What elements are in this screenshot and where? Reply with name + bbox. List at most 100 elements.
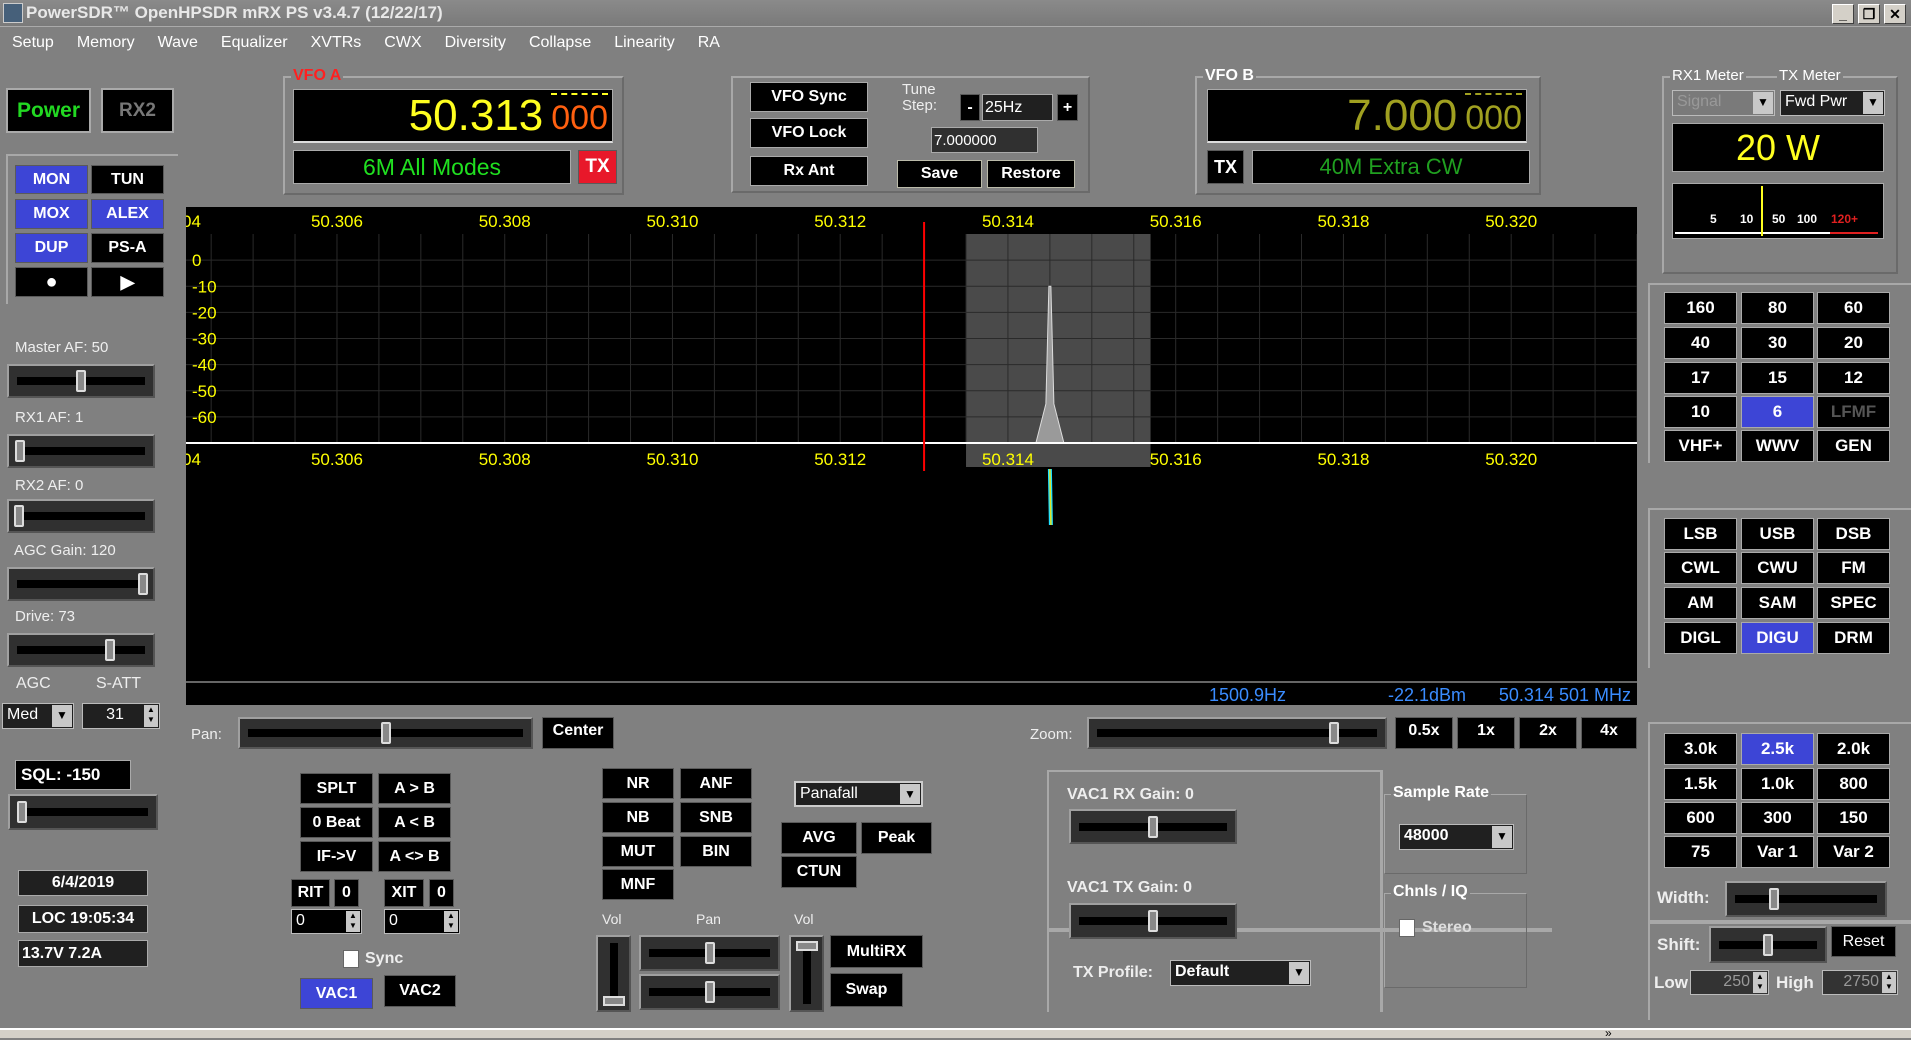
record-button[interactable]: ● [15, 267, 88, 297]
mode-button-cwu[interactable]: CWU [1741, 552, 1814, 584]
band-button-30[interactable]: 30 [1741, 327, 1814, 359]
filter-button-var-1[interactable]: Var 1 [1741, 836, 1814, 868]
maximize-button[interactable]: ❐ [1858, 4, 1880, 24]
anf-button[interactable]: ANF [680, 768, 752, 799]
slider-thumb[interactable] [16, 801, 27, 823]
mon-button[interactable]: MON [15, 165, 88, 194]
filter-reset-button[interactable]: Reset [1831, 926, 1896, 957]
dup-button[interactable]: DUP [15, 233, 88, 263]
rx1-volume-slider[interactable] [596, 935, 631, 1012]
drive-slider[interactable] [7, 633, 155, 667]
snb-button[interactable]: SNB [680, 802, 752, 833]
menu-cwx[interactable]: CWX [372, 29, 432, 57]
xit-button[interactable]: XIT [384, 879, 424, 907]
s-att-spinner[interactable]: 31 ▲ ▼ [82, 703, 160, 729]
tune-step-minus-button[interactable]: - [960, 94, 980, 121]
rx2-pan-slider[interactable] [639, 974, 780, 1010]
power-button[interactable]: Power [6, 88, 91, 133]
filter-button-2.0k[interactable]: 2.0k [1817, 733, 1890, 765]
sample-rate-select[interactable]: 48000 ▼ [1399, 824, 1514, 850]
center-button[interactable]: Center [542, 717, 614, 749]
display-mode-select[interactable]: Panafall ▼ [794, 781, 923, 807]
rx1-pan-slider[interactable] [639, 935, 780, 971]
restore-button[interactable]: Restore [987, 160, 1075, 188]
vfo-b-frequency[interactable]: 7.000 000 [1207, 89, 1527, 143]
band-button-lfmf[interactable]: LFMF [1817, 396, 1890, 428]
filter-button-75[interactable]: 75 [1664, 836, 1737, 868]
band-button-60[interactable]: 60 [1817, 292, 1890, 324]
mode-button-usb[interactable]: USB [1741, 518, 1814, 550]
ps-a-button[interactable]: PS-A [91, 233, 164, 263]
filter-button-3.0k[interactable]: 3.0k [1664, 733, 1737, 765]
mode-button-cwl[interactable]: CWL [1664, 552, 1737, 584]
menu-ra[interactable]: RA [686, 29, 731, 57]
mode-button-drm[interactable]: DRM [1817, 622, 1890, 654]
chevron-down-icon[interactable]: ▼ [1289, 962, 1309, 984]
rit-offset-spinner[interactable]: 0 ▲ ▼ [291, 909, 362, 934]
band-button-wwv[interactable]: WWV [1741, 430, 1814, 462]
agc-select[interactable]: Med ▼ [2, 703, 74, 729]
stereo-checkbox[interactable] [1399, 919, 1415, 937]
if-to-v-button[interactable]: IF->V [300, 841, 373, 872]
agc-gain-slider[interactable] [7, 567, 155, 601]
mode-button-digl[interactable]: DIGL [1664, 622, 1737, 654]
sync-checkbox[interactable] [343, 950, 359, 968]
filter-button-800[interactable]: 800 [1817, 768, 1890, 800]
vfo-a-tx-button[interactable]: TX [578, 150, 617, 184]
menu-collapse[interactable]: Collapse [517, 29, 602, 57]
band-button-17[interactable]: 17 [1664, 362, 1737, 394]
vfo-lock-button[interactable]: VFO Lock [750, 118, 868, 148]
vac2-button[interactable]: VAC2 [384, 975, 456, 1007]
vac1-rx-gain-slider[interactable] [1069, 809, 1237, 844]
zoom-2x-button[interactable]: 2x [1519, 717, 1577, 749]
rx2-af-slider[interactable] [7, 499, 155, 533]
zoom-slider[interactable] [1087, 717, 1387, 749]
band-button-vhf-[interactable]: VHF+ [1664, 430, 1737, 462]
xit-offset-spinner[interactable]: 0 ▲ ▼ [384, 909, 460, 934]
menu-diversity[interactable]: Diversity [433, 29, 517, 57]
chevron-down-icon[interactable]: ▼ [1492, 826, 1512, 848]
slider-thumb[interactable] [380, 722, 391, 744]
slider-thumb[interactable] [704, 981, 715, 1003]
rx2-volume-slider[interactable] [789, 935, 824, 1012]
mode-button-fm[interactable]: FM [1817, 552, 1890, 584]
filter-shift-slider[interactable] [1709, 926, 1827, 963]
multirx-button[interactable]: MultiRX [830, 935, 923, 968]
pan-slider[interactable] [238, 717, 533, 749]
band-button-15[interactable]: 15 [1741, 362, 1814, 394]
rx1-meter-select[interactable]: Signal ▼ [1672, 90, 1775, 116]
spinner-arrows-icon[interactable]: ▲ ▼ [144, 705, 158, 727]
filter-button-1.5k[interactable]: 1.5k [1664, 768, 1737, 800]
filter-low-spinner[interactable]: 250 ▲ ▼ [1690, 970, 1769, 995]
filter-button-600[interactable]: 600 [1664, 802, 1737, 834]
ctun-button[interactable]: CTUN [781, 856, 857, 888]
bin-button[interactable]: BIN [680, 836, 752, 867]
band-button-80[interactable]: 80 [1741, 292, 1814, 324]
menu-xvtrs[interactable]: XVTRs [299, 29, 373, 57]
spinner-arrows-icon[interactable]: ▲ ▼ [1753, 972, 1767, 993]
mode-button-digu[interactable]: DIGU [1741, 622, 1814, 654]
band-button-12[interactable]: 12 [1817, 362, 1890, 394]
b-to-a-button[interactable]: A < B [378, 807, 451, 838]
xit-clear-button[interactable]: 0 [429, 879, 454, 907]
alex-button[interactable]: ALEX [91, 199, 164, 229]
vfo-a-frequency[interactable]: 50.313 000 [293, 89, 613, 143]
play-button[interactable]: ▶ [91, 267, 164, 297]
close-button[interactable]: ✕ [1884, 4, 1906, 24]
save-button[interactable]: Save [897, 160, 982, 188]
slider-thumb[interactable] [14, 505, 24, 527]
mode-button-lsb[interactable]: LSB [1664, 518, 1737, 550]
panadapter-display[interactable]: 50.306 50.306 50.308 50.308 50.310 50.310 50.3… [186, 207, 1637, 705]
slider-thumb[interactable] [76, 370, 86, 392]
rit-clear-button[interactable]: 0 [334, 879, 359, 907]
slider-thumb[interactable] [104, 639, 115, 661]
rx2-button[interactable]: RX2 [101, 88, 174, 133]
tx-meter-select[interactable]: Fwd Pwr ▼ [1780, 90, 1885, 116]
mox-button[interactable]: MOX [15, 199, 88, 229]
band-button-160[interactable]: 160 [1664, 292, 1737, 324]
band-button-gen[interactable]: GEN [1817, 430, 1890, 462]
mode-button-am[interactable]: AM [1664, 587, 1737, 619]
vac1-button[interactable]: VAC1 [300, 978, 373, 1009]
spinner-arrows-icon[interactable]: ▲ ▼ [1882, 972, 1896, 993]
filter-button-var-2[interactable]: Var 2 [1817, 836, 1890, 868]
